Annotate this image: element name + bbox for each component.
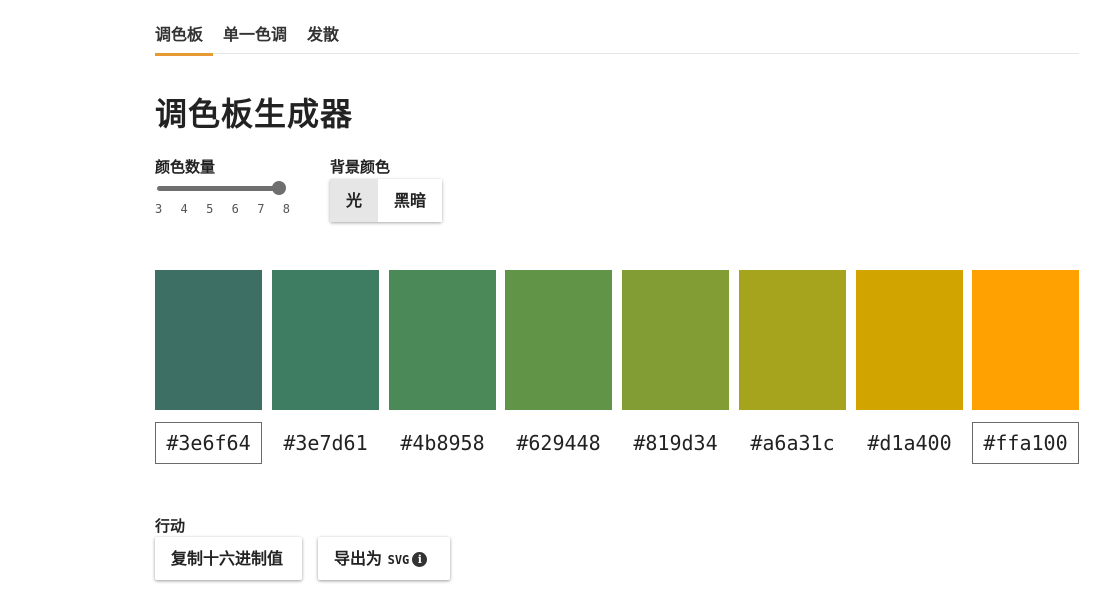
background-toggle: 光 黑暗 xyxy=(330,179,442,222)
tab-divergent[interactable]: 发散 xyxy=(307,12,339,55)
color-count-slider[interactable] xyxy=(157,181,286,195)
export-label: 导出为 xyxy=(334,549,383,568)
background-color-label: 背景颜色 xyxy=(330,158,391,176)
color-swatch xyxy=(505,270,612,410)
hex-value-field[interactable]: #4b8958 xyxy=(389,422,496,464)
hex-value-field[interactable]: #3e6f64 xyxy=(155,422,262,464)
hex-value-field[interactable]: #ffa100 xyxy=(972,422,1079,464)
palette-swatches: #3e6f64 #3e7d61 #4b8958 #629448 #819d34 … xyxy=(155,270,1079,470)
slider-track[interactable] xyxy=(157,186,279,191)
export-format: SVG xyxy=(387,553,410,567)
page-title: 调色板生成器 xyxy=(155,95,354,133)
actions-label: 行动 xyxy=(155,517,186,535)
tab-bar: 调色板 单一色调 发散 xyxy=(155,12,1079,56)
slider-thumb[interactable] xyxy=(272,181,286,195)
color-swatch xyxy=(972,270,1079,410)
slider-tick: 6 xyxy=(231,202,239,216)
palette-generator-page: 调色板 单一色调 发散 调色板生成器 颜色数量 3 4 5 6 7 8 背景颜色… xyxy=(0,0,1094,603)
export-svg-button[interactable]: 导出为 SVG i xyxy=(318,537,450,580)
info-icon[interactable]: i xyxy=(412,552,428,567)
hex-value-field[interactable]: #629448 xyxy=(505,422,612,464)
slider-tick: 8 xyxy=(282,202,290,216)
color-swatch xyxy=(856,270,963,410)
hex-value-field[interactable]: #a6a31c xyxy=(739,422,846,464)
slider-tick: 7 xyxy=(257,202,265,216)
color-swatch xyxy=(272,270,379,410)
slider-tick: 5 xyxy=(206,202,214,216)
hex-value-field[interactable]: #d1a400 xyxy=(856,422,963,464)
color-count-label: 颜色数量 xyxy=(155,158,216,176)
hex-value-field[interactable]: #3e7d61 xyxy=(272,422,379,464)
color-swatch xyxy=(739,270,846,410)
color-swatch xyxy=(155,270,262,410)
color-swatch xyxy=(389,270,496,410)
copy-hex-label: 复制十六进制值 xyxy=(171,549,284,568)
dark-background-button[interactable]: 黑暗 xyxy=(378,179,442,222)
tab-palette[interactable]: 调色板 xyxy=(155,12,214,56)
hex-value-field[interactable]: #819d34 xyxy=(622,422,729,464)
light-background-button[interactable]: 光 xyxy=(330,179,378,222)
slider-ticks: 3 4 5 6 7 8 xyxy=(155,202,290,216)
tab-single-hue[interactable]: 单一色调 xyxy=(223,12,287,55)
copy-hex-button[interactable]: 复制十六进制值 xyxy=(155,537,302,580)
slider-tick: 3 xyxy=(155,202,163,216)
color-swatch xyxy=(622,270,729,410)
slider-tick: 4 xyxy=(180,202,188,216)
